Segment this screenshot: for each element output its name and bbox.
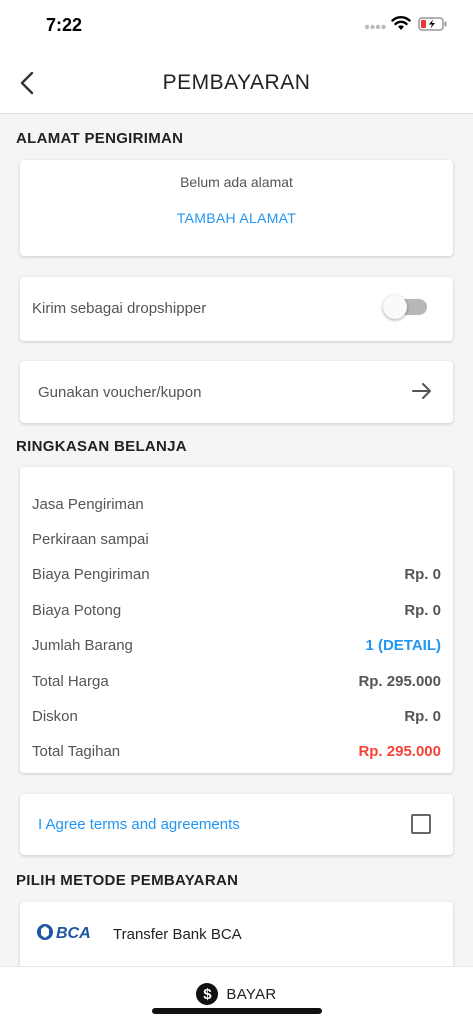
summary-label: Total Tagihan xyxy=(32,743,121,760)
summary-row: Perkiraan sampai xyxy=(32,531,441,551)
summary-label: Jasa Pengiriman xyxy=(32,496,144,513)
section-title-summary: RINGKASAN BELANJA xyxy=(16,438,187,455)
home-indicator xyxy=(152,1008,322,1014)
summary-label: Total Harga xyxy=(32,673,109,690)
status-bar: 7:22 xyxy=(0,0,473,52)
dollar-icon: $ xyxy=(196,983,219,1005)
pay-label: BAYAR xyxy=(226,985,277,1003)
summary-card: Jasa Pengiriman Perkiraan sampai Biaya P… xyxy=(20,467,453,773)
summary-value: Rp. 0 xyxy=(404,566,441,583)
bank-name: Transfer Bank BCA xyxy=(113,926,242,943)
agreement-label: I Agree terms and agreements xyxy=(38,816,240,833)
summary-label: Jumlah Barang xyxy=(32,637,133,654)
status-time: 7:22 xyxy=(46,15,83,35)
agreement-checkbox[interactable] xyxy=(411,814,431,834)
toggle-knob xyxy=(383,295,407,319)
pay-bar: $ BAYAR xyxy=(0,966,473,1024)
signal-dots-icon xyxy=(364,24,386,30)
summary-label: Perkiraan sampai xyxy=(32,531,149,548)
summary-label: Biaya Pengiriman xyxy=(32,566,150,583)
dropshipper-label: Kirim sebagai dropshipper xyxy=(32,300,207,317)
summary-value: Rp. 295.000 xyxy=(358,673,441,690)
wifi-icon xyxy=(391,16,411,30)
bca-logo-text: BCA xyxy=(56,925,91,942)
summary-value: Rp. 0 xyxy=(404,708,441,725)
payment-method-item[interactable]: BCA Transfer Bank BCA xyxy=(20,902,453,966)
summary-row: Total Harga Rp. 295.000 xyxy=(32,673,441,693)
summary-row: Jumlah Barang 1 (DETAIL) xyxy=(32,637,441,657)
total-bill-value: Rp. 295.000 xyxy=(358,743,441,760)
item-detail-link[interactable]: 1 (DETAIL) xyxy=(365,637,441,654)
summary-row: Biaya Pengiriman Rp. 0 xyxy=(32,566,441,586)
page-title: PEMBAYARAN xyxy=(162,71,311,94)
address-empty-text: Belum ada alamat xyxy=(180,174,293,190)
summary-row: Jasa Pengiriman xyxy=(32,496,441,516)
summary-row: Diskon Rp. 0 xyxy=(32,708,441,728)
dropshipper-toggle[interactable] xyxy=(383,295,427,319)
arrow-right-icon xyxy=(412,383,431,399)
dropshipper-card: Kirim sebagai dropshipper xyxy=(20,277,453,341)
section-title-address: ALAMAT PENGIRIMAN xyxy=(16,130,184,147)
nav-bar: PEMBAYARAN xyxy=(0,52,473,114)
voucher-card[interactable]: Gunakan voucher/kupon xyxy=(20,361,453,423)
pay-button[interactable]: $ BAYAR xyxy=(0,983,473,1005)
section-title-payment: PILIH METODE PEMBAYARAN xyxy=(16,872,239,889)
summary-row: Total Tagihan Rp. 295.000 xyxy=(32,743,441,763)
summary-row: Biaya Potong Rp. 0 xyxy=(32,602,441,622)
battery-icon xyxy=(418,17,447,31)
address-card: Belum ada alamat TAMBAH ALAMAT xyxy=(20,160,453,256)
bca-logo-icon: BCA xyxy=(37,924,91,942)
agreement-card[interactable]: I Agree terms and agreements xyxy=(20,794,453,855)
summary-value: Rp. 0 xyxy=(404,602,441,619)
summary-label: Biaya Potong xyxy=(32,602,122,619)
voucher-label: Gunakan voucher/kupon xyxy=(38,384,202,401)
summary-label: Diskon xyxy=(32,708,78,725)
add-address-button[interactable]: TAMBAH ALAMAT xyxy=(20,210,453,226)
